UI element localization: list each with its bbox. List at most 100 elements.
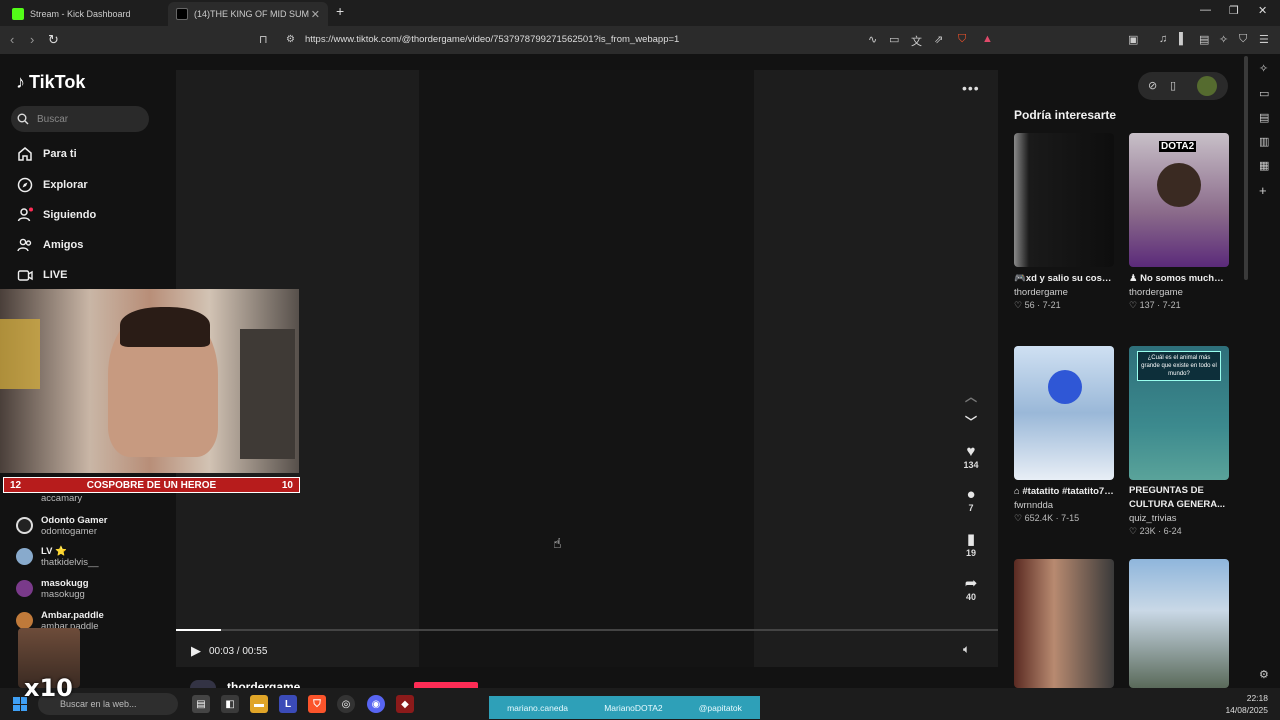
launcher-icon[interactable]: L bbox=[279, 695, 297, 713]
reading-list-icon[interactable]: ▦ bbox=[1259, 159, 1269, 172]
playback-time: 00:03 / 00:55 bbox=[209, 645, 268, 657]
live-icon bbox=[16, 266, 33, 283]
nav-siguiendo[interactable]: Siguiendo bbox=[16, 206, 96, 223]
card-stats: ♡ 652.4K · 7-15 bbox=[1014, 513, 1080, 523]
new-tab-button[interactable]: + bbox=[336, 3, 344, 19]
cast-icon[interactable]: ▭ bbox=[889, 33, 899, 46]
back-icon[interactable]: ‹ bbox=[10, 32, 14, 47]
card-thumbnail[interactable]: DOTA2 bbox=[1129, 133, 1229, 267]
creator-icon[interactable]: ⊘ bbox=[1148, 79, 1157, 92]
author-name[interactable]: thordergame bbox=[227, 680, 300, 688]
following-name: Ambar.paddle bbox=[41, 610, 104, 621]
suggestion-card[interactable]: ⌂ #tatatito #tatatito77 #roblei... fwrnn… bbox=[1014, 346, 1114, 524]
suggestion-card[interactable]: 🎮xd y salio su cospobre del pudg... thor… bbox=[1014, 133, 1114, 311]
bookmarks-sidebar-icon[interactable]: ▥ bbox=[1259, 135, 1269, 148]
panel-icon[interactable]: ▌ bbox=[1179, 33, 1187, 45]
card-thumbnail[interactable]: ¿Cuál es el animal más grande que existe… bbox=[1129, 346, 1229, 480]
video-frame[interactable] bbox=[419, 70, 754, 667]
dota-icon[interactable]: ◆ bbox=[396, 695, 414, 713]
previous-video-button[interactable]: ︿ bbox=[960, 388, 982, 405]
forward-icon[interactable]: › bbox=[30, 32, 34, 47]
card-author: quiz_trivias bbox=[1129, 513, 1177, 524]
nav-amigos[interactable]: Amigos bbox=[16, 236, 83, 253]
card-thumbnail[interactable] bbox=[1014, 133, 1114, 267]
file-explorer-icon[interactable]: ▬ bbox=[250, 695, 268, 713]
reader-icon[interactable]: ∿ bbox=[868, 33, 877, 46]
following-item[interactable]: LV ⭐ thatkidelvis__ bbox=[16, 546, 99, 568]
card-thumbnail[interactable] bbox=[1014, 346, 1114, 480]
nav-label: Amigos bbox=[43, 238, 84, 251]
tiktok-favicon-icon bbox=[176, 8, 188, 20]
wallet-icon[interactable]: ▤ bbox=[1199, 33, 1209, 46]
next-video-button[interactable]: ﹀ bbox=[960, 413, 982, 430]
discord-icon[interactable]: ◉ bbox=[367, 695, 385, 713]
following-item[interactable]: accamary bbox=[16, 493, 82, 504]
leo-sidebar-icon[interactable]: ✧ bbox=[1259, 62, 1268, 75]
avatar bbox=[16, 580, 33, 597]
instagram-handle: mariano.caneda bbox=[507, 702, 569, 713]
url-field[interactable]: https://www.tiktok.com/@thordergame/vide… bbox=[305, 34, 679, 45]
author-avatar[interactable] bbox=[190, 680, 216, 688]
task-view-icon[interactable]: ▤ bbox=[192, 695, 210, 713]
address-bar: ‹ › ↻ ⊓ ⚙ https://www.tiktok.com/@thorde… bbox=[0, 26, 1280, 54]
card-thumbnail[interactable] bbox=[1129, 559, 1229, 688]
settings-icon[interactable]: ⚙ bbox=[1259, 668, 1269, 681]
save-button[interactable]: ▮ 19 bbox=[960, 530, 982, 558]
reload-icon[interactable]: ↻ bbox=[48, 32, 59, 48]
nav-live[interactable]: LIVE bbox=[16, 266, 67, 283]
obs-icon[interactable]: ◎ bbox=[337, 695, 355, 713]
suggestion-card[interactable] bbox=[1014, 559, 1114, 688]
leo-icon[interactable]: ✧ bbox=[1219, 33, 1228, 46]
volume-icon[interactable]: 🔈︎ bbox=[963, 642, 970, 657]
tiktok-logo[interactable]: ♪ TikTok bbox=[16, 72, 85, 93]
suggestion-card[interactable] bbox=[1129, 559, 1229, 688]
suggestion-card[interactable]: DOTA2 ♟ No somos muchos, pero todo... th… bbox=[1129, 133, 1229, 311]
progress-bar[interactable] bbox=[176, 629, 998, 631]
menu-icon[interactable]: ☰ bbox=[1259, 33, 1269, 46]
close-tab-icon[interactable]: ✕ bbox=[311, 8, 320, 21]
media-sidebar-icon[interactable]: ▭ bbox=[1259, 87, 1269, 100]
comment-count: 7 bbox=[968, 503, 974, 513]
close-window-icon[interactable]: ✕ bbox=[1258, 4, 1267, 17]
nav-para-ti[interactable]: Para ti bbox=[16, 145, 77, 162]
translate-icon[interactable]: 文 bbox=[911, 33, 922, 49]
scrollbar[interactable] bbox=[1244, 56, 1248, 280]
suggestion-card[interactable]: ¿Cuál es el animal más grande que existe… bbox=[1129, 346, 1229, 537]
play-icon[interactable]: ▶ bbox=[191, 643, 201, 659]
wallet-sidebar-icon[interactable]: ▤ bbox=[1259, 111, 1269, 124]
card-thumbnail[interactable] bbox=[1014, 559, 1114, 688]
search-input[interactable]: Buscar bbox=[11, 106, 149, 132]
brave-shield-icon[interactable]: ⛉ bbox=[958, 33, 966, 46]
clock-date: 14/08/2025 bbox=[1225, 705, 1268, 715]
more-options-icon[interactable]: ••• bbox=[962, 80, 980, 96]
share-button[interactable]: ➦ 40 bbox=[960, 574, 982, 602]
following-item[interactable]: masokugg masokugg bbox=[16, 578, 89, 600]
tab-tiktok-video[interactable]: (14)THE KING OF MID SUMAILL ✕ bbox=[168, 2, 328, 26]
app-icon[interactable]: ◧ bbox=[221, 695, 239, 713]
phone-icon[interactable]: ▯ bbox=[1170, 79, 1176, 92]
thumb-caption: ¿Cuál es el animal más grande que existe… bbox=[1137, 351, 1221, 381]
sidebar-toggle-icon[interactable]: ▣ bbox=[1128, 33, 1138, 46]
share-icon[interactable]: ⇗ bbox=[934, 33, 943, 46]
minimize-icon[interactable]: — bbox=[1200, 4, 1211, 16]
vpn-icon[interactable]: ⛉ bbox=[1239, 33, 1247, 46]
music-icon[interactable]: ♫ bbox=[1159, 33, 1167, 45]
system-clock[interactable]: 22:18 14/08/2025 bbox=[1222, 692, 1268, 716]
add-sidebar-icon[interactable]: + bbox=[1259, 183, 1267, 198]
bookmark-icon[interactable]: ⊓ bbox=[259, 33, 268, 46]
profile-avatar[interactable] bbox=[1197, 76, 1217, 96]
following-item[interactable]: Odonto Gamer odontogamer bbox=[16, 515, 108, 537]
search-icon bbox=[17, 113, 29, 125]
restore-icon[interactable]: ❐ bbox=[1229, 4, 1239, 17]
home-icon bbox=[16, 145, 33, 162]
nav-explorar[interactable]: Explorar bbox=[16, 176, 88, 193]
brave-rewards-icon[interactable]: ▲ bbox=[982, 33, 993, 45]
friends-icon bbox=[16, 236, 33, 253]
comment-button[interactable]: ● 7 bbox=[960, 486, 982, 513]
tab-kick-dashboard[interactable]: Stream - Kick Dashboard bbox=[4, 2, 168, 26]
following-icon bbox=[16, 206, 33, 223]
like-button[interactable]: ♥ 134 bbox=[960, 443, 982, 470]
brave-browser-icon[interactable]: ⛉ bbox=[308, 695, 326, 713]
hand-cursor-icon: ☝ bbox=[553, 535, 562, 551]
site-info-icon[interactable]: ⚙ bbox=[286, 34, 295, 45]
